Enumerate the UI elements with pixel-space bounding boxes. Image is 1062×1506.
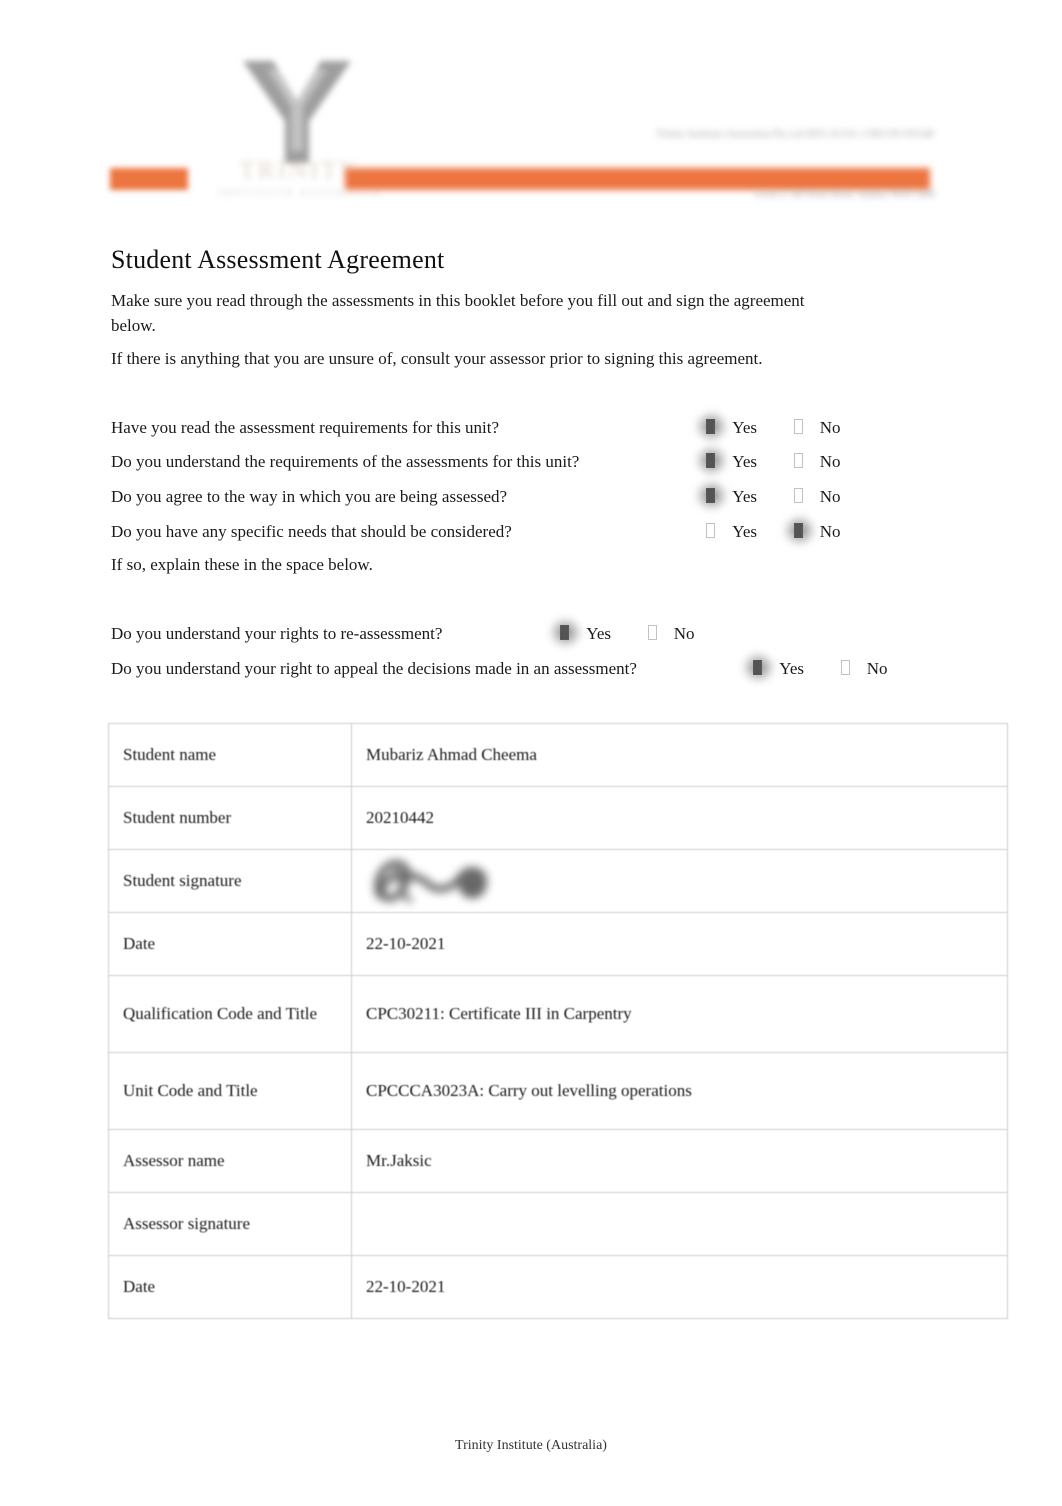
row-label-qualification: Qualification Code and Title: [108, 975, 352, 1053]
question-label-3: Do you agree to the way in which you are…: [111, 487, 508, 506]
checkbox-no-6[interactable]: [840, 660, 854, 677]
option-no-label-5: No: [673, 624, 695, 643]
option-yes-label-4: Yes: [732, 522, 757, 541]
table-row: Student number 20210442: [108, 786, 1008, 850]
option-yes-4[interactable]: Yes: [706, 520, 757, 544]
checkbox-no-1[interactable]: [793, 419, 807, 436]
option-no-1[interactable]: No: [793, 416, 841, 440]
checkbox-yes-5[interactable]: [560, 625, 573, 642]
question-label-1: Have you read the assessment requirement…: [111, 418, 500, 437]
option-yes-3[interactable]: Yes: [706, 485, 757, 509]
row-label-assessor-date: Date: [108, 1255, 352, 1319]
question-row-3: Do you agree to the way in which you are…: [111, 485, 507, 509]
row-value-qualification[interactable]: CPC30211: Certificate III in Carpentry: [351, 975, 1008, 1053]
answer-group-5: Yes No: [560, 622, 695, 646]
row-label-assessor-name: Assessor name: [108, 1129, 352, 1193]
checkbox-no-3[interactable]: [793, 488, 807, 505]
row-label-student-signature: Student signature: [108, 849, 352, 913]
option-yes-1[interactable]: Yes: [706, 416, 757, 440]
answer-group-2: Yes No: [706, 450, 841, 474]
answer-group-6: Yes No: [753, 657, 888, 681]
question-label-4: Do you have any specific needs that shou…: [111, 522, 512, 541]
page-title: Student Assessment Agreement: [111, 245, 445, 274]
trinity-logo-mark: [243, 61, 351, 163]
row-value-unit[interactable]: CPCCCA3023A: Carry out levelling operati…: [351, 1052, 1008, 1130]
checkbox-no-2[interactable]: [793, 453, 807, 470]
table-row: Assessor name Mr.Jaksic: [108, 1129, 1008, 1193]
row-value-student-name[interactable]: Mubariz Ahmad Cheema: [351, 723, 1008, 787]
row-value-assessor-signature[interactable]: [351, 1192, 1008, 1256]
row-label-student-number: Student number: [108, 786, 352, 850]
letterhead: TRINITY INSTITUTE AUSTRALIA Trinity Inst…: [105, 0, 935, 222]
answer-group-3: Yes No: [706, 485, 841, 509]
option-no-label-6: No: [866, 659, 888, 678]
row-value-student-number[interactable]: 20210442: [351, 786, 1008, 850]
checkbox-no-5[interactable]: [647, 625, 661, 642]
intro-paragraph-1: Make sure you read through the assessmen…: [111, 291, 805, 335]
answer-group-4: Yes No: [706, 520, 841, 544]
option-yes-label-6: Yes: [779, 659, 804, 678]
option-no-4[interactable]: No: [793, 520, 841, 544]
row-value-student-signature[interactable]: [351, 849, 1008, 913]
row-value-assessor-name[interactable]: Mr.Jaksic: [351, 1129, 1008, 1193]
option-no-label-1: No: [819, 418, 841, 437]
question-row-2: Do you understand the requirements of th…: [111, 450, 579, 474]
option-no-label-4: No: [819, 522, 841, 541]
row-label-student-name: Student name: [108, 723, 352, 787]
option-no-6[interactable]: No: [840, 657, 888, 681]
checkbox-yes-4[interactable]: [706, 523, 719, 540]
question-label-2: Do you understand the requirements of th…: [111, 452, 580, 471]
if-so-note: If so, explain these in the space below.: [111, 555, 373, 574]
table-row: Assessor signature: [108, 1192, 1008, 1256]
checkbox-yes-6[interactable]: [753, 660, 766, 677]
option-no-label-3: No: [819, 487, 841, 506]
option-yes-label-3: Yes: [732, 487, 757, 506]
question-label-5: Do you understand your rights to re-asse…: [111, 624, 443, 643]
question-row-6: Do you understand your right to appeal t…: [111, 657, 637, 681]
student-signature-image: [366, 850, 516, 910]
option-yes-label-2: Yes: [732, 452, 757, 471]
question-row-5: Do you understand your rights to re-asse…: [111, 622, 442, 646]
table-row: Student name Mubariz Ahmad Cheema: [108, 723, 1008, 787]
option-no-3[interactable]: No: [793, 485, 841, 509]
letterhead-contact-upper: Trinity Institute (Australia) Pty Ltd RT…: [656, 129, 935, 140]
table-row: Date 22-10-2021: [108, 912, 1008, 976]
option-yes-2[interactable]: Yes: [706, 450, 757, 474]
row-label-assessor-signature: Assessor signature: [108, 1192, 352, 1256]
letterhead-contact-lower: Level 2, 545 Kent Street, Sydney NSW 200…: [754, 189, 935, 200]
row-label-unit: Unit Code and Title: [108, 1052, 352, 1130]
student-details-table: Student name Mubariz Ahmad Cheema Studen…: [108, 723, 1008, 1319]
table-row: Unit Code and Title CPCCCA3023A: Carry o…: [108, 1052, 1008, 1130]
row-label-student-date: Date: [108, 912, 352, 976]
option-yes-label-5: Yes: [586, 624, 611, 643]
question-row-4: Do you have any specific needs that shou…: [111, 520, 512, 544]
row-value-student-date[interactable]: 22-10-2021: [351, 912, 1008, 976]
option-yes-5[interactable]: Yes: [560, 622, 611, 646]
checkbox-yes-3[interactable]: [706, 488, 719, 505]
option-yes-6[interactable]: Yes: [753, 657, 804, 681]
checkbox-no-4[interactable]: [793, 523, 807, 540]
table-row: Qualification Code and Title CPC30211: C…: [108, 975, 1008, 1053]
accent-bar-right: [345, 168, 930, 190]
option-no-5[interactable]: No: [647, 622, 695, 646]
option-yes-label-1: Yes: [732, 418, 757, 437]
intro-paragraph-2: If there is anything that you are unsure…: [111, 349, 763, 368]
document-page: TRINITY INSTITUTE AUSTRALIA Trinity Inst…: [0, 0, 1062, 1506]
option-no-2[interactable]: No: [793, 450, 841, 474]
answer-group-1: Yes No: [706, 416, 841, 440]
table-row: Student signature: [108, 849, 1008, 913]
table-row: Date 22-10-2021: [108, 1255, 1008, 1319]
checkbox-yes-2[interactable]: [706, 453, 719, 470]
checkbox-yes-1[interactable]: [706, 419, 719, 436]
option-no-label-2: No: [819, 452, 841, 471]
question-row-1: Have you read the assessment requirement…: [111, 416, 499, 440]
accent-bar-left: [110, 168, 188, 190]
row-value-assessor-date[interactable]: 22-10-2021: [351, 1255, 1008, 1319]
question-label-6: Do you understand your right to appeal t…: [111, 659, 637, 678]
page-footer: Trinity Institute (Australia): [455, 1438, 607, 1453]
